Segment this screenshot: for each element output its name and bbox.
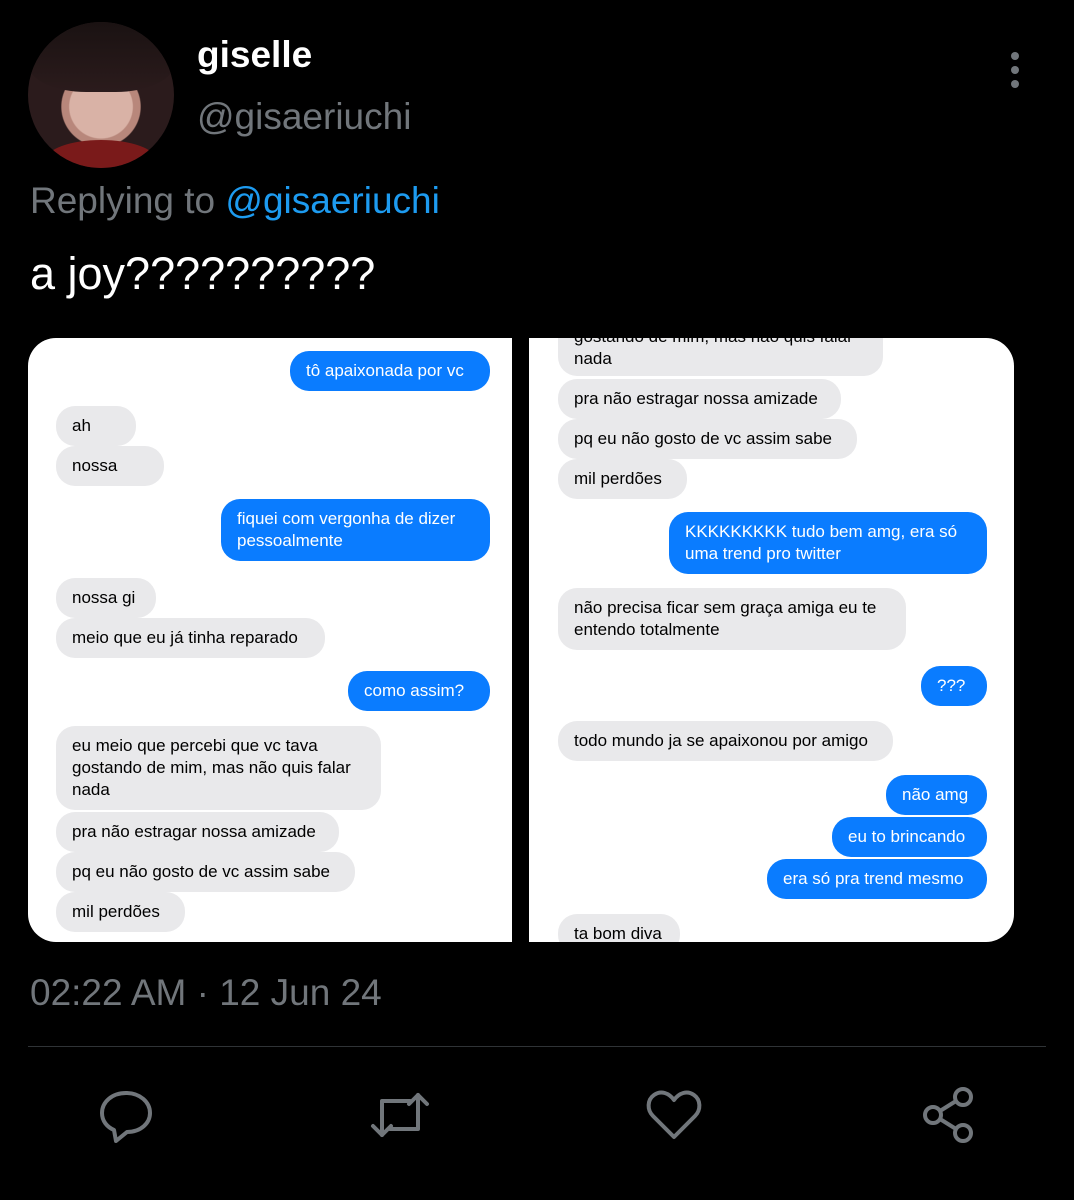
received-message-bubble: nossa [56,446,164,486]
received-message-bubble: eu meio que percebi que vc tava gostando… [56,726,381,810]
received-message-bubble: ta bom diva [558,914,680,942]
tweet-media[interactable]: tô apaixonada por vc ah nossa fiquei com ve… [28,338,1014,942]
received-message-bubble: pra não estragar nossa amizade [56,812,339,852]
received-message-bubble: mil perdões [558,459,687,499]
received-message-bubble: pq eu não gosto de vc assim sabe [56,852,355,892]
like-icon[interactable] [644,1085,704,1145]
received-message-bubble: pq eu não gosto de vc assim sabe [558,419,857,459]
avatar-shirt [46,140,156,168]
received-message-bubble: meio que eu já tinha reparado [56,618,325,658]
received-message-bubble: pra não estragar nossa amizade [558,379,841,419]
tweet-text: a joy?????????? [30,248,376,299]
author-avatar[interactable] [28,22,174,168]
received-message-bubble: gostando de mim, mas não quis falar nada [558,338,883,376]
received-message-bubble: não precisa ficar sem graça amiga eu te … [558,588,906,650]
replying-to-prefix: Replying to [30,180,226,221]
sent-message-bubble: KKKKKKKKK tudo bem amg, era só uma trend… [669,512,987,574]
sent-message-bubble: fiquei com vergonha de dizer pessoalment… [221,499,490,561]
chat-screenshot-left[interactable]: tô apaixonada por vc ah nossa fiquei com ve… [28,338,512,942]
sent-message-bubble: ??? [921,666,987,706]
received-message-bubble: mil perdões [56,892,185,932]
replying-to: Replying to @gisaeriuchi [30,180,440,222]
avatar-hair [28,22,174,92]
reply-mention-link[interactable]: @gisaeriuchi [225,180,439,221]
received-message-bubble: todo mundo ja se apaixonou por amigo [558,721,893,761]
tweet-timestamp[interactable]: 02:22 AM · 12 Jun 24 [30,972,382,1014]
sent-message-bubble: eu to brincando [832,817,987,857]
share-icon[interactable] [918,1085,978,1145]
author-handle[interactable]: @gisaeriuchi [197,96,411,138]
chat-screenshot-right[interactable]: gostando de mim, mas não quis falar nada… [529,338,1014,942]
received-message-bubble: nossa gi [56,578,156,618]
received-message-bubble: ah [56,406,136,446]
sent-message-bubble: não amg [886,775,987,815]
sent-message-bubble: era só pra trend mesmo [767,859,987,899]
reply-icon[interactable] [96,1085,156,1145]
sent-message-bubble: tô apaixonada por vc [290,351,490,391]
sent-message-bubble: como assim? [348,671,490,711]
author-name[interactable]: giselle [197,34,312,76]
more-options-icon[interactable] [1000,50,1030,90]
divider [28,1046,1046,1047]
retweet-icon[interactable] [370,1085,430,1145]
